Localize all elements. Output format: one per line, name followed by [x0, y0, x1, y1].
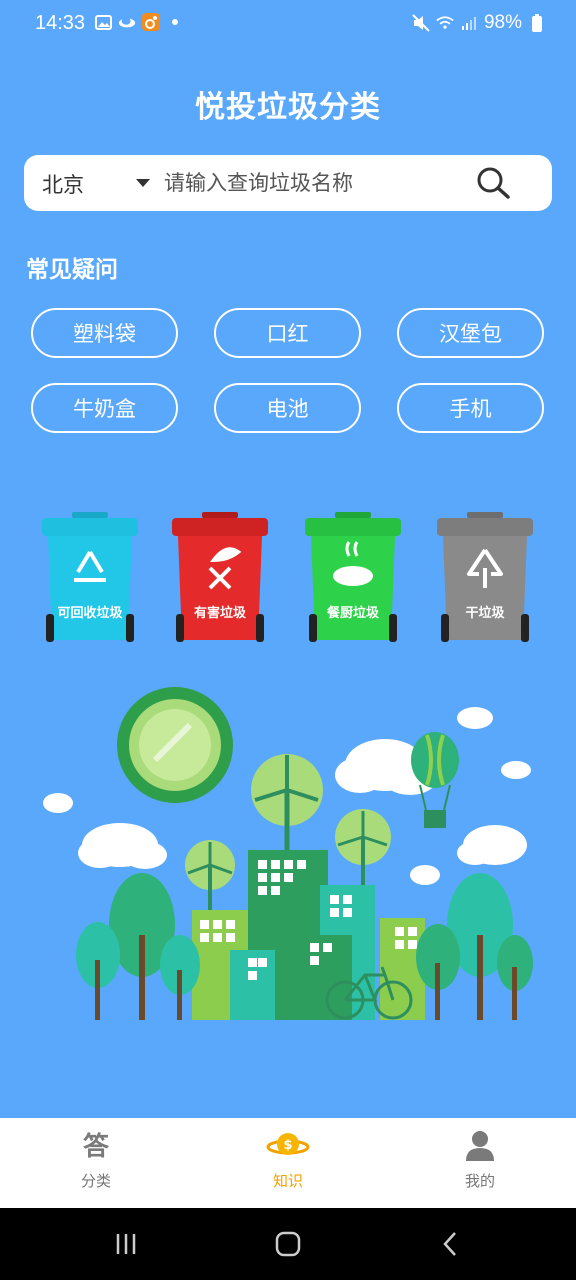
bin-recyclable[interactable]: 可回收垃圾 — [40, 508, 140, 650]
faq-title: 常见疑问 — [26, 257, 118, 283]
search-icon[interactable] — [474, 165, 514, 201]
faq-chip[interactable]: 塑料袋 — [31, 308, 178, 358]
cloud-icon — [118, 13, 136, 31]
home-icon[interactable] — [268, 1228, 308, 1260]
faq-chip[interactable]: 手机 — [397, 383, 544, 433]
status-time: 14:33 — [35, 12, 86, 34]
bin-dry[interactable]: 干垃圾 — [435, 508, 535, 650]
nav-label: 我的 — [464, 1172, 495, 1190]
dot-icon — [166, 13, 184, 31]
eco-city-illustration — [40, 685, 540, 1025]
chevron-down-icon[interactable] — [136, 179, 150, 187]
faq-chip[interactable]: 电池 — [214, 383, 361, 433]
bin-kitchen[interactable]: 餐厨垃圾 — [303, 508, 403, 650]
system-nav-bar — [0, 1208, 576, 1280]
nav-label: 知识 — [272, 1172, 303, 1190]
city-selector[interactable]: 北京 — [42, 169, 84, 199]
faq-chip[interactable]: 牛奶盒 — [31, 383, 178, 433]
waste-bins: 可回收垃圾 有害垃圾 餐厨垃圾 干垃圾 — [0, 508, 576, 658]
faq-chip[interactable]: 汉堡包 — [397, 308, 544, 358]
nav-label: 分类 — [80, 1172, 111, 1190]
bin-hazardous[interactable]: 有害垃圾 — [170, 508, 270, 650]
mute-icon — [412, 14, 430, 32]
user-icon — [384, 1128, 576, 1162]
gallery-icon — [94, 13, 112, 31]
nav-item-mine[interactable]: 我的 — [384, 1118, 576, 1208]
recent-apps-icon[interactable] — [106, 1228, 146, 1260]
sun-icon — [117, 687, 233, 803]
signal-icon — [460, 14, 478, 32]
app-notification-icon — [142, 13, 160, 31]
battery-icon — [528, 14, 546, 32]
bottom-nav: 答 分类 $ 知识 我的 — [0, 1118, 576, 1208]
bin-label: 餐厨垃圾 — [326, 606, 379, 621]
svg-text:答: 答 — [83, 1131, 110, 1160]
nav-item-classify[interactable]: 答 分类 — [0, 1118, 192, 1208]
battery-percent: 98% — [483, 12, 522, 33]
status-bar: 14:33 98% — [0, 0, 576, 48]
bin-label: 有害垃圾 — [193, 606, 246, 621]
nav-item-knowledge[interactable]: $ 知识 — [192, 1118, 384, 1208]
bin-label: 可回收垃圾 — [57, 606, 123, 621]
coin-planet-icon: $ — [192, 1128, 384, 1162]
svg-text:$: $ — [283, 1138, 292, 1153]
page-title: 悦投垃圾分类 — [195, 90, 381, 125]
search-bar: 北京 — [24, 155, 552, 211]
search-input[interactable] — [164, 163, 464, 203]
wifi-icon — [436, 14, 454, 32]
faq-chip[interactable]: 口红 — [214, 308, 361, 358]
bin-label: 干垃圾 — [465, 606, 505, 621]
back-icon[interactable] — [430, 1228, 470, 1260]
answer-icon: 答 — [0, 1128, 192, 1162]
